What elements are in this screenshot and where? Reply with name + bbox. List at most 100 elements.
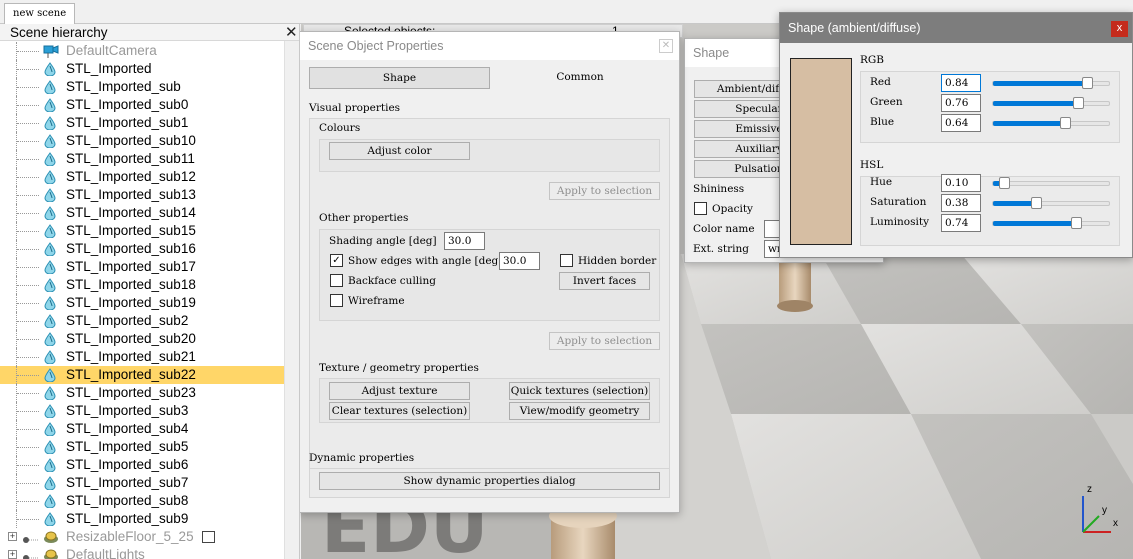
tree-item[interactable]: STL_Imported_sub6	[0, 456, 284, 474]
tree-item[interactable]: STL_Imported_sub15	[0, 222, 284, 240]
backface-culling-label: Backface culling	[348, 275, 436, 287]
hsl-luminosity-input[interactable]: 0.74	[941, 214, 981, 232]
slider-thumb[interactable]	[1031, 197, 1042, 209]
camera-icon	[43, 44, 59, 58]
shape-icon	[43, 170, 57, 185]
rgb-blue-input[interactable]: 0.64	[941, 114, 981, 132]
shape-icon	[43, 188, 57, 203]
tree-item[interactable]: STL_Imported_sub18	[0, 276, 284, 294]
model-dots-icon	[22, 551, 38, 559]
tree-item[interactable]: STL_Imported_sub21	[0, 348, 284, 366]
show-edges-angle-input[interactable]: 30.0	[499, 252, 540, 270]
hierarchy-scrollbar[interactable]	[284, 41, 299, 559]
tab-common[interactable]: Common	[530, 71, 630, 83]
slider-thumb[interactable]	[1082, 77, 1093, 89]
tree-item-label: STL_Imported_sub1	[66, 115, 189, 130]
tree-item[interactable]: STL_Imported_sub20	[0, 330, 284, 348]
tree-item[interactable]: STL_Imported_sub14	[0, 204, 284, 222]
invert-faces-button[interactable]: Invert faces	[559, 272, 650, 290]
hierarchy-close-icon[interactable]: ✕	[285, 24, 298, 41]
tree-item[interactable]: STL_Imported_sub0	[0, 96, 284, 114]
rgb-blue-slider[interactable]	[992, 117, 1110, 129]
hsl-saturation-input[interactable]: 0.38	[941, 194, 981, 212]
hsl-luminosity-slider[interactable]	[992, 217, 1110, 229]
tree-item-selected[interactable]: STL_Imported_sub22	[0, 366, 284, 384]
slider-thumb[interactable]	[1073, 97, 1084, 109]
axis-gizmo	[1082, 496, 1111, 533]
apply-other-selection-button[interactable]: Apply to selection	[549, 332, 660, 350]
rgb-green-slider[interactable]	[992, 97, 1110, 109]
tree-item[interactable]: STL_Imported_sub2	[0, 312, 284, 330]
rgb-red-slider[interactable]	[992, 77, 1110, 89]
tree-item-label: STL_Imported_sub6	[66, 457, 189, 472]
shading-angle-input[interactable]: 30.0	[444, 232, 485, 250]
rgb-red-input[interactable]: 0.84	[941, 74, 981, 92]
hsl-hue-slider[interactable]	[992, 177, 1110, 189]
opacity-checkbox[interactable]	[694, 202, 707, 215]
axis-x-label: x	[1113, 518, 1118, 529]
adjust-color-button[interactable]: Adjust color	[329, 142, 470, 160]
view-modify-geometry-button[interactable]: View/modify geometry	[509, 402, 650, 420]
tree-item[interactable]: STL_Imported	[0, 60, 284, 78]
slider-thumb[interactable]	[999, 177, 1010, 189]
tree-item[interactable]: STL_Imported_sub7	[0, 474, 284, 492]
model-icon	[43, 548, 58, 559]
tree-item[interactable]: STL_Imported_sub1	[0, 114, 284, 132]
other-properties-heading: Other properties	[319, 212, 409, 224]
clear-textures-button[interactable]: Clear textures (selection)	[329, 402, 470, 420]
tree-item-label: STL_Imported_sub5	[66, 439, 189, 454]
slider-fill	[993, 101, 1078, 106]
shape-icon	[43, 296, 57, 311]
tree-item[interactable]: + ResizableFloor_5_25	[0, 528, 284, 546]
slider-thumb[interactable]	[1071, 217, 1082, 229]
rgb-green-input[interactable]: 0.76	[941, 94, 981, 112]
slider-thumb[interactable]	[1060, 117, 1071, 129]
show-dynamic-properties-button[interactable]: Show dynamic properties dialog	[319, 472, 660, 490]
wireframe-label: Wireframe	[348, 295, 405, 307]
slider-fill	[993, 221, 1076, 226]
script-icon[interactable]	[202, 531, 215, 543]
tree-item[interactable]: STL_Imported_sub9	[0, 510, 284, 528]
quick-textures-button[interactable]: Quick textures (selection)	[509, 382, 650, 400]
shape-icon	[43, 422, 57, 437]
color-dialog-close-button[interactable]: x	[1111, 21, 1128, 37]
apply-colour-selection-button[interactable]: Apply to selection	[549, 182, 660, 200]
tree-item[interactable]: STL_Imported_sub5	[0, 438, 284, 456]
tree-item-label: STL_Imported_sub7	[66, 475, 189, 490]
hsl-saturation-slider[interactable]	[992, 197, 1110, 209]
tree-item[interactable]: DefaultCamera	[0, 42, 284, 60]
ext-string-label: Ext. string	[693, 243, 749, 255]
wireframe-checkbox[interactable]	[330, 294, 343, 307]
tree-item[interactable]: STL_Imported_sub3	[0, 402, 284, 420]
tree-item[interactable]: STL_Imported_sub10	[0, 132, 284, 150]
tree-item-label: STL_Imported_sub23	[66, 385, 196, 400]
hsl-saturation-label: Saturation	[870, 196, 927, 208]
adjust-texture-button[interactable]: Adjust texture	[329, 382, 470, 400]
hsl-hue-input[interactable]: 0.10	[941, 174, 981, 192]
hierarchy-tree: DefaultCamera STL_Imported STL_Imported_su…	[0, 41, 284, 559]
tree-item[interactable]: STL_Imported_sub16	[0, 240, 284, 258]
tree-item[interactable]: STL_Imported_sub19	[0, 294, 284, 312]
tab-shape[interactable]: Shape	[309, 67, 490, 89]
show-edges-checkbox[interactable]: ✓	[330, 254, 343, 267]
tree-item[interactable]: STL_Imported_sub17	[0, 258, 284, 276]
tree-item[interactable]: + DefaultLights	[0, 546, 284, 559]
tree-item[interactable]: STL_Imported_sub8	[0, 492, 284, 510]
tree-item[interactable]: STL_Imported_sub4	[0, 420, 284, 438]
tree-item[interactable]: STL_Imported_sub23	[0, 384, 284, 402]
backface-culling-checkbox[interactable]	[330, 274, 343, 287]
tree-item-label: STL_Imported_sub10	[66, 133, 196, 148]
scene-tab[interactable]: new scene	[4, 3, 76, 24]
tree-item[interactable]: STL_Imported_sub13	[0, 186, 284, 204]
hidden-border-checkbox[interactable]	[560, 254, 573, 267]
expand-icon[interactable]: +	[8, 532, 17, 541]
expand-icon[interactable]: +	[8, 550, 17, 559]
tree-item[interactable]: STL_Imported_sub	[0, 78, 284, 96]
properties-close-icon[interactable]: ✕	[659, 39, 673, 53]
rgb-green-label: Green	[870, 96, 903, 108]
tree-item[interactable]: STL_Imported_sub12	[0, 168, 284, 186]
color-preview-swatch	[790, 58, 852, 245]
shape-icon	[43, 458, 57, 473]
tree-item[interactable]: STL_Imported_sub11	[0, 150, 284, 168]
shape-icon	[43, 98, 57, 113]
